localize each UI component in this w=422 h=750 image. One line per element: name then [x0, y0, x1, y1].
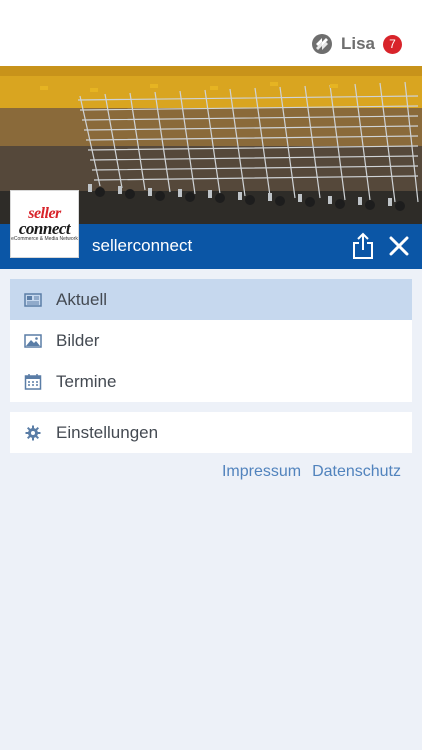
menu-item-label: Termine — [56, 371, 117, 391]
brand-logo-tagline: eCommerce & Media Network — [11, 236, 78, 242]
notification-badge: 7 — [383, 34, 402, 54]
user-menu[interactable]: Lisa 7 — [311, 31, 402, 57]
main-menu: Aktuell Bilder Termine — [10, 279, 412, 402]
datenschutz-link[interactable]: Datenschutz — [312, 463, 401, 481]
newspaper-icon — [24, 292, 42, 307]
close-icon[interactable] — [388, 235, 410, 257]
settings-menu: Einstellungen — [10, 412, 412, 453]
menu-item-bilder[interactable]: Bilder — [10, 320, 412, 361]
footer-links: Impressum Datenschutz — [211, 463, 401, 481]
image-icon — [24, 333, 42, 348]
share-icon[interactable] — [351, 232, 375, 260]
brand-name: sellerconnect — [92, 236, 193, 255]
app-logo-icon — [311, 34, 332, 54]
menu-item-label: Bilder — [56, 330, 100, 350]
brand-logo: seller connect eCommerce & Media Network — [10, 190, 79, 258]
menu-item-termine[interactable]: Termine — [10, 361, 412, 402]
menu-item-label: Einstellungen — [56, 422, 159, 442]
impressum-link[interactable]: Impressum — [222, 463, 301, 481]
menu-item-einstellungen[interactable]: Einstellungen — [10, 412, 412, 453]
menu-item-aktuell[interactable]: Aktuell — [10, 279, 412, 320]
calendar-icon — [24, 373, 42, 390]
user-name: Lisa — [340, 34, 375, 53]
top-bar: Lisa 7 — [0, 0, 422, 66]
menu-item-label: Aktuell — [56, 289, 108, 309]
gear-icon — [25, 425, 41, 440]
